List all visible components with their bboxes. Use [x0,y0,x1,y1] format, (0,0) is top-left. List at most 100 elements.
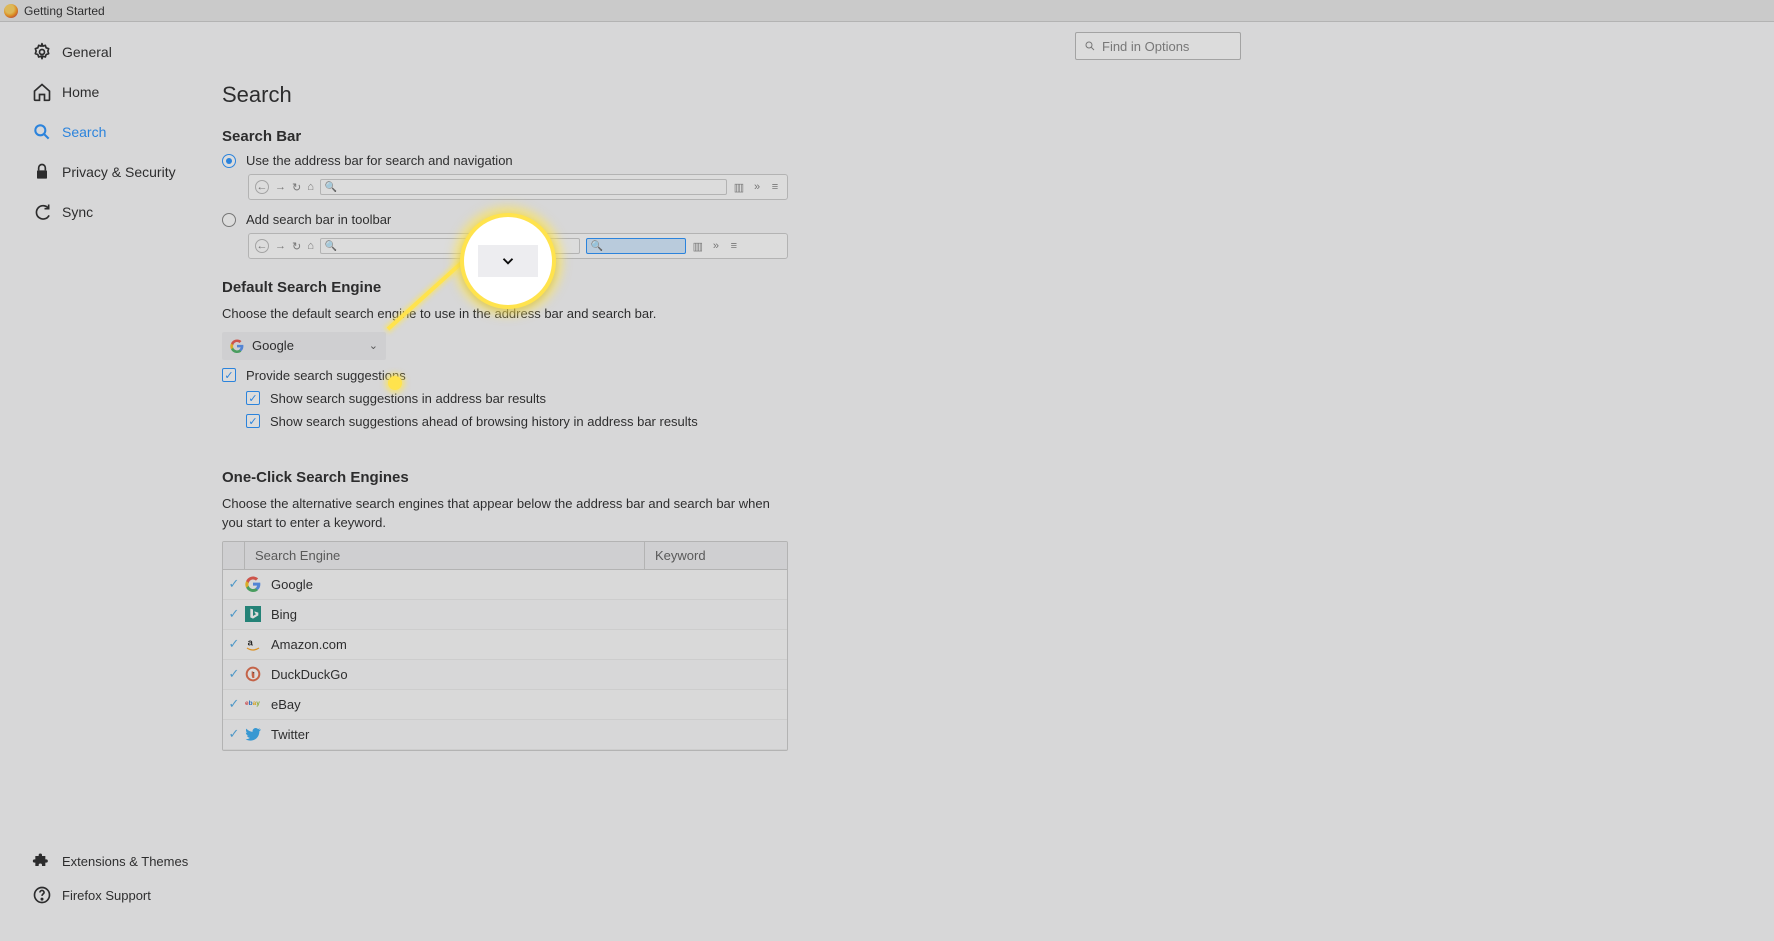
sync-icon [32,202,52,222]
svg-text:a: a [248,637,254,647]
column-engine[interactable]: Search Engine [245,542,645,569]
overflow-icon: » [710,240,722,252]
radio-icon [222,213,236,227]
back-icon: ← [255,180,269,194]
search-icon [32,122,52,142]
twitter-icon [245,726,267,742]
suggestions-in-addressbar-checkbox[interactable]: ✓ Show search suggestions in address bar… [246,391,1754,406]
sidebar-item-extensions[interactable]: Extensions & Themes [32,844,222,878]
check-icon: ✓ [223,696,245,712]
engine-name: Google [267,577,645,592]
checkbox-label: Show search suggestions ahead of browsin… [270,414,698,429]
checkbox-icon: ✓ [246,414,260,428]
default-engine-heading: Default Search Engine [222,279,1754,296]
engine-name: eBay [267,697,645,712]
radio-label: Use the address bar for search and navig… [246,153,513,168]
checkbox-icon: ✓ [222,368,236,382]
annotation-dot [388,376,402,390]
sidebar-item-home[interactable]: Home [32,72,222,112]
firefox-logo-icon [4,4,18,18]
table-row[interactable]: ✓ Bing [223,600,787,630]
back-icon: ← [255,239,269,253]
reload-icon: ↻ [292,240,301,253]
preferences-sidebar: General Home Search Privacy & Security [0,32,222,932]
one-click-heading: One-Click Search Engines [222,469,1754,486]
table-row[interactable]: ✓ Twitter [223,720,787,750]
column-keyword[interactable]: Keyword [645,542,787,569]
search-icon [1084,40,1096,52]
urlbar-diagram: 🔍 [320,179,727,195]
table-row[interactable]: ✓a Amazon.com [223,630,787,660]
chevron-down-icon: ⌄ [369,339,378,352]
duckduckgo-icon [245,666,267,682]
overflow-icon: » [751,181,763,193]
engine-name: Amazon.com [267,637,645,652]
gear-icon [32,42,52,62]
sidebar-label: General [62,44,112,60]
ebay-icon: ebay [245,698,267,710]
menu-icon: ≡ [728,240,740,252]
home-icon [32,82,52,102]
suggestions-ahead-history-checkbox[interactable]: ✓ Show search suggestions ahead of brows… [246,414,1754,429]
engine-name: Twitter [267,727,645,742]
checkbox-label: Provide search suggestions [246,368,406,383]
suggestions-checkbox[interactable]: ✓ Provide search suggestions [222,368,1754,383]
search-bar-heading: Search Bar [222,128,1754,145]
checkbox-icon: ✓ [246,391,260,405]
find-in-options-input[interactable]: Find in Options [1075,32,1241,60]
sidebar-label: Privacy & Security [62,164,176,180]
table-row[interactable]: ✓ebay eBay [223,690,787,720]
search-field-diagram: 🔍 [586,238,686,254]
puzzle-icon [32,851,52,871]
searchbar-option-addressbar[interactable]: Use the address bar for search and navig… [222,153,1754,168]
content-area: Find in Options Search Search Bar Use th… [222,32,1774,932]
check-icon: ✓ [223,606,245,622]
help-icon [32,885,52,905]
addressbar-diagram: ← → ↻ ⌂ 🔍 ▥ » ≡ [248,174,788,200]
checkbox-label: Show search suggestions in address bar r… [270,391,546,406]
check-icon: ✓ [223,636,245,652]
table-header: Search Engine Keyword [223,542,787,570]
radio-icon [222,154,236,168]
google-icon [230,339,244,353]
radio-label: Add search bar in toolbar [246,212,391,227]
engine-name: DuckDuckGo [267,667,645,682]
check-icon: ✓ [223,576,245,592]
sidebar-label: Firefox Support [62,888,151,903]
table-row[interactable]: ✓ Google [223,570,787,600]
lock-icon [32,162,52,182]
browser-tab-bar: Getting Started [0,0,1774,22]
sidebar-item-general[interactable]: General [32,32,222,72]
find-placeholder-text: Find in Options [1102,39,1189,54]
tab-title: Getting Started [24,4,105,18]
default-engine-dropdown[interactable]: Google ⌄ [222,332,386,360]
sidebar-item-privacy[interactable]: Privacy & Security [32,152,222,192]
table-row[interactable]: ✓ DuckDuckGo [223,660,787,690]
forward-icon: → [275,181,286,193]
one-click-desc: Choose the alternative search engines th… [222,494,792,533]
engine-name: Bing [267,607,645,622]
check-icon: ✓ [223,666,245,682]
check-icon: ✓ [223,726,245,742]
google-icon [245,576,267,592]
home-icon: ⌂ [307,240,314,252]
sidebar-item-support[interactable]: Firefox Support [32,878,222,912]
menu-icon: ≡ [769,181,781,193]
sidebar-label: Sync [62,204,93,220]
home-icon: ⌂ [307,181,314,193]
reload-icon: ↻ [292,181,301,194]
sidebar-label: Extensions & Themes [62,854,188,869]
svg-text:ebay: ebay [245,700,260,707]
library-icon: ▥ [733,181,745,194]
amazon-icon: a [245,636,267,652]
sidebar-label: Home [62,84,99,100]
sidebar-item-sync[interactable]: Sync [32,192,222,232]
forward-icon: → [275,240,286,252]
dropdown-selected-text: Google [252,338,294,353]
library-icon: ▥ [692,240,704,253]
page-title: Search [222,82,1754,108]
sidebar-item-search[interactable]: Search [32,112,222,152]
searchbar-option-toolbar[interactable]: Add search bar in toolbar [222,212,1754,227]
search-engines-table: Search Engine Keyword ✓Google✓Bing✓aAmaz… [222,541,788,751]
sidebar-label: Search [62,124,106,140]
